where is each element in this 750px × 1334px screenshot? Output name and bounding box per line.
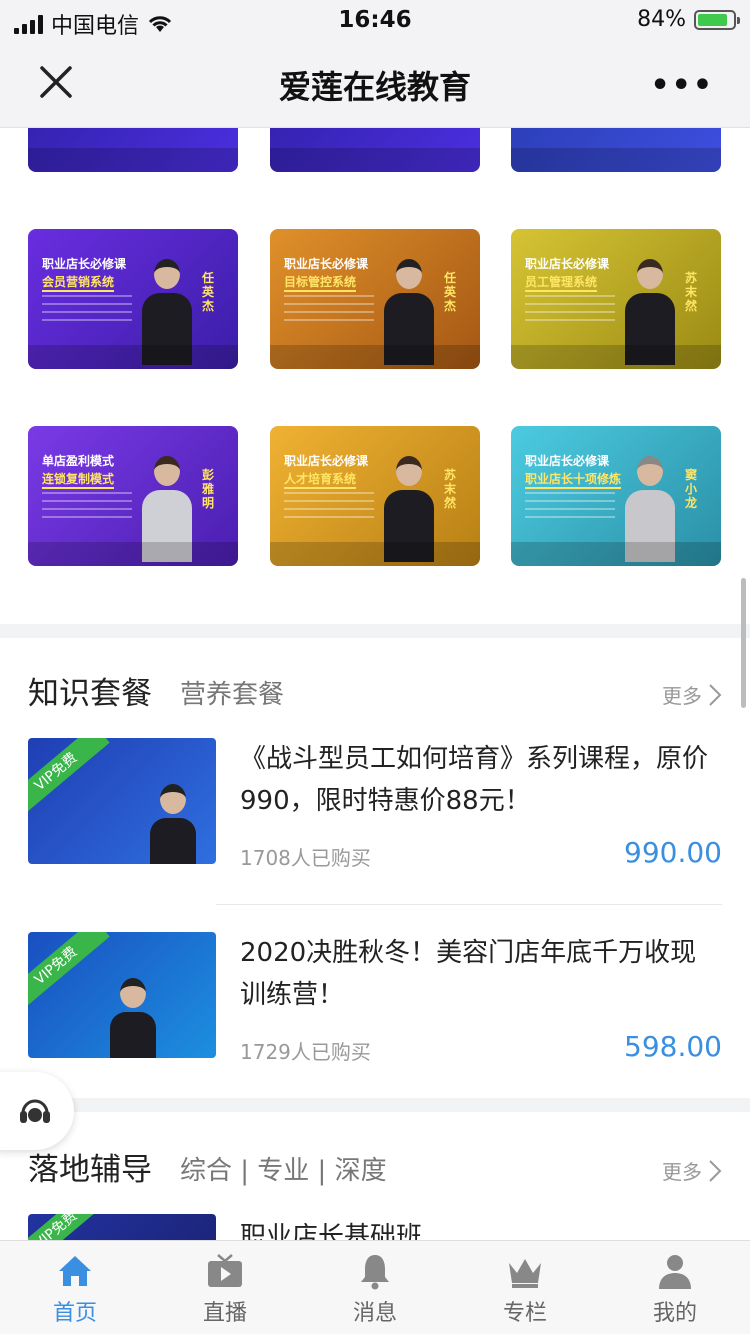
package-item[interactable]: VIP免费 2020决胜秋冬！美容门店年底千万收现训练营！ 1729人已购买 5… [28,932,722,1064]
tab-label: 消息 [352,1301,397,1326]
course-card[interactable]: 单店盈利模式 连锁复制模式 彭雅明 [28,426,238,566]
package-price: 598.00 [624,1030,722,1063]
chevron-right-icon [709,1159,722,1182]
course-line1: 职业店长必修课 [525,454,610,468]
course-line1: 职业店长必修课 [42,257,127,271]
battery-icon [694,9,740,30]
section-title: 知识套餐 [28,676,152,712]
section-divider [0,624,750,638]
teacher-name: 苏末然 [444,468,457,510]
more-options-icon[interactable]: ••• [650,68,714,103]
title-bar: 爱莲在线教育 ••• [0,40,750,128]
crown-icon [509,1259,541,1288]
section-title: 落地辅导 [28,1152,152,1188]
more-label: 更多 [662,1160,702,1184]
customer-service-button[interactable] [0,1072,74,1150]
battery-percent: 84% [637,7,686,32]
vip-badge: VIP免费 [28,738,110,820]
course-line1: 职业店长必修课 [284,454,369,468]
course-card[interactable]: 职业店长必修课 职业店长十项修炼 窦小龙 [511,426,721,566]
section-divider [0,1098,750,1112]
section-subtitle: 综合 | 专业 | 深度 [180,1156,387,1186]
bottom-tab-bar: 首页 直播 消息 专栏 我的 [0,1240,750,1334]
course-line2: 人才培育系统 [284,470,357,489]
vip-badge: VIP免费 [28,1214,110,1240]
list-divider [216,904,722,905]
teacher-name: 任英杰 [444,271,457,313]
course-line2: 员工管理系统 [525,273,598,292]
package-thumbnail: VIP免费 [28,932,216,1058]
course-card[interactable]: 职业店长必修课 人才培育系统 苏末然 [270,426,480,566]
knowledge-section-header: 知识套餐 营养套餐 更多 [28,668,722,718]
coaching-section-header: 落地辅导 综合 | 专业 | 深度 更多 [28,1144,722,1194]
battery-area: 84% [637,7,740,32]
tab-label: 专栏 [502,1301,547,1326]
package-item[interactable]: VIP免费 职业店长基础班 [28,1214,722,1240]
more-link[interactable]: 更多 [662,680,722,709]
teacher-name: 任英杰 [202,271,215,313]
package-thumbnail: VIP免费 [28,1214,216,1240]
bell-icon [361,1255,389,1290]
course-card[interactable]: 职业店长必修课 会员营销系统 任英杰 [28,229,238,369]
chevron-right-icon [709,683,722,706]
teacher-photo [150,784,196,864]
tab-messages[interactable]: 消息 [300,1241,450,1334]
purchase-count: 1729人已购买 [240,1040,371,1064]
package-thumbnail: VIP免费 [28,738,216,864]
tab-label: 我的 [652,1301,697,1326]
teacher-name: 窦小龙 [685,468,698,510]
home-icon [59,1256,91,1286]
purchase-count: 1708人已购买 [240,846,371,870]
course-line2: 职业店长十项修炼 [525,470,622,489]
course-line1: 职业店长必修课 [525,257,610,271]
course-card[interactable]: 职业店长必修课 目标管控系统 任英杰 [270,229,480,369]
tab-profile[interactable]: 我的 [600,1241,750,1334]
course-line1: 职业店长必修课 [284,257,369,271]
package-title: 《战斗型员工如何培育》系列课程，原价990，限时特惠价88元！ [240,744,709,816]
tab-label: 首页 [52,1301,97,1326]
course-line1: 单店盈利模式 [42,454,115,468]
package-price: 990.00 [624,836,722,869]
headset-icon [20,1099,50,1123]
package-item[interactable]: VIP免费 《战斗型员工如何培育》系列课程，原价990，限时特惠价88元！ 17… [28,738,722,870]
tv-icon [208,1254,242,1287]
more-label: 更多 [662,684,702,708]
scrollbar[interactable] [741,578,746,708]
teacher-name: 苏末然 [685,271,698,313]
course-line2: 连锁复制模式 [42,470,115,489]
tab-live[interactable]: 直播 [150,1241,300,1334]
teacher-name: 彭雅明 [202,468,215,510]
person-icon [659,1255,691,1289]
package-title: 2020决胜秋冬！美容门店年底千万收现训练营！ [240,938,697,1010]
course-card[interactable]: 职业店长必修课 员工管理系统 苏末然 [511,229,721,369]
section-subtitle: 营养套餐 [180,680,285,710]
tab-columns[interactable]: 专栏 [450,1241,600,1334]
teacher-photo [110,978,156,1058]
page-title: 爱莲在线教育 [278,68,471,106]
vip-badge: VIP免费 [28,932,110,1014]
status-bar: 中国电信 16:46 84% [0,0,750,40]
course-line2: 目标管控系统 [284,273,357,292]
package-title: 职业店长基础班 [240,1222,423,1240]
tab-label: 直播 [202,1301,247,1326]
course-line2: 会员营销系统 [42,273,115,292]
tab-home[interactable]: 首页 [0,1241,150,1334]
more-link[interactable]: 更多 [662,1156,722,1185]
